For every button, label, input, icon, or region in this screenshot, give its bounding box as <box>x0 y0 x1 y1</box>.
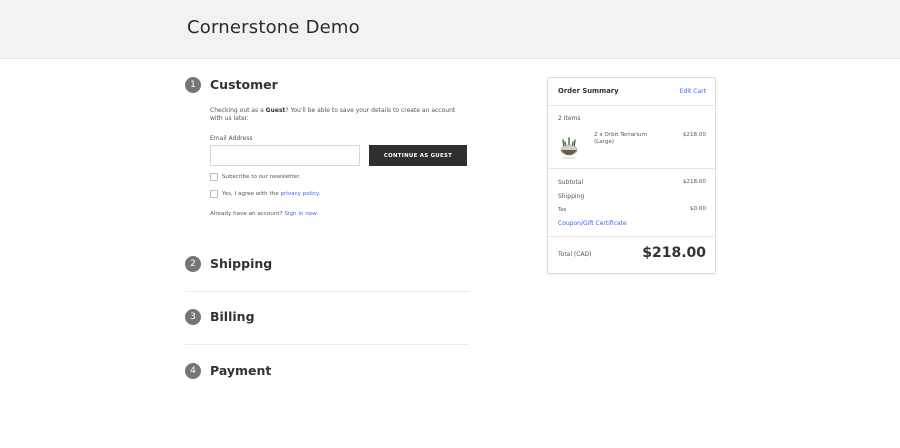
terrarium-icon <box>560 137 578 160</box>
signin-prefix: Already have an account? <box>210 211 285 217</box>
step-header: 2 Shipping <box>185 256 469 274</box>
email-field[interactable] <box>210 145 360 166</box>
privacy-checkbox[interactable] <box>210 190 218 198</box>
item-name: 2 x Orbit Terrarium (Large) <box>594 132 647 145</box>
summary-divider <box>548 168 715 169</box>
items-count: 2 Items <box>558 115 581 122</box>
step-number-badge: 3 <box>185 309 201 325</box>
newsletter-label: Subscribe to our newsletter. <box>222 174 301 180</box>
summary-divider <box>548 236 715 237</box>
total-value: $218.00 <box>642 245 706 261</box>
store-title[interactable]: Cornerstone Demo <box>187 17 360 38</box>
info-guest: Guest <box>265 107 286 114</box>
step-payment[interactable]: 4 Payment <box>185 363 469 383</box>
newsletter-checkbox[interactable] <box>210 173 218 181</box>
item-price: $218.00 <box>682 132 706 138</box>
tax-value: $0.00 <box>689 206 706 212</box>
page-header: Cornerstone Demo <box>0 0 900 59</box>
order-summary-title: Order Summary <box>558 87 619 95</box>
step-title: Shipping <box>210 256 273 271</box>
step-number-badge: 2 <box>185 256 201 272</box>
step-shipping[interactable]: 2 Shipping <box>185 256 469 296</box>
step-divider <box>185 291 469 292</box>
agree-prefix: Yes, I agree with the <box>222 191 281 197</box>
step-number-badge: 4 <box>185 363 201 379</box>
tax-label: Tax <box>558 207 567 213</box>
info-prefix: Checking out as a <box>210 107 266 114</box>
email-label: Email Address <box>210 135 253 142</box>
step-divider <box>185 344 469 345</box>
sign-in-link[interactable]: Sign in now <box>284 211 316 217</box>
edit-cart-link[interactable]: Edit Cart <box>680 88 706 95</box>
step-title: Customer <box>210 77 278 92</box>
summary-divider <box>548 105 715 106</box>
continue-as-guest-button[interactable]: CONTINUE AS GUEST <box>369 145 467 166</box>
step-customer: 1 Customer Checking out as a Guest? You'… <box>185 77 469 227</box>
subtotal-value: $218.00 <box>682 179 706 185</box>
step-header: 3 Billing <box>185 309 469 327</box>
step-title: Billing <box>210 309 255 324</box>
terrarium-image <box>558 134 580 160</box>
guest-info-text: Checking out as a Guest? You'll be able … <box>210 107 460 123</box>
step-header: 1 Customer <box>185 77 469 95</box>
privacy-label: Yes, I agree with the privacy policy. <box>222 190 320 198</box>
signin-prompt: Already have an account? Sign in now <box>210 211 317 217</box>
step-header: 4 Payment <box>185 363 469 381</box>
step-billing[interactable]: 3 Billing <box>185 309 469 349</box>
subtotal-label: Subtotal <box>558 179 584 186</box>
privacy-policy-link[interactable]: privacy policy. <box>280 191 320 197</box>
step-title: Payment <box>210 363 272 378</box>
total-label: Total (CAD) <box>558 251 592 258</box>
order-summary: Order Summary Edit Cart 2 Items 2 x Orbi… <box>547 77 716 274</box>
coupon-link[interactable]: Coupon/Gift Certificate <box>558 220 627 227</box>
shipping-label: Shipping <box>558 193 585 200</box>
step-number-badge: 1 <box>185 77 201 93</box>
